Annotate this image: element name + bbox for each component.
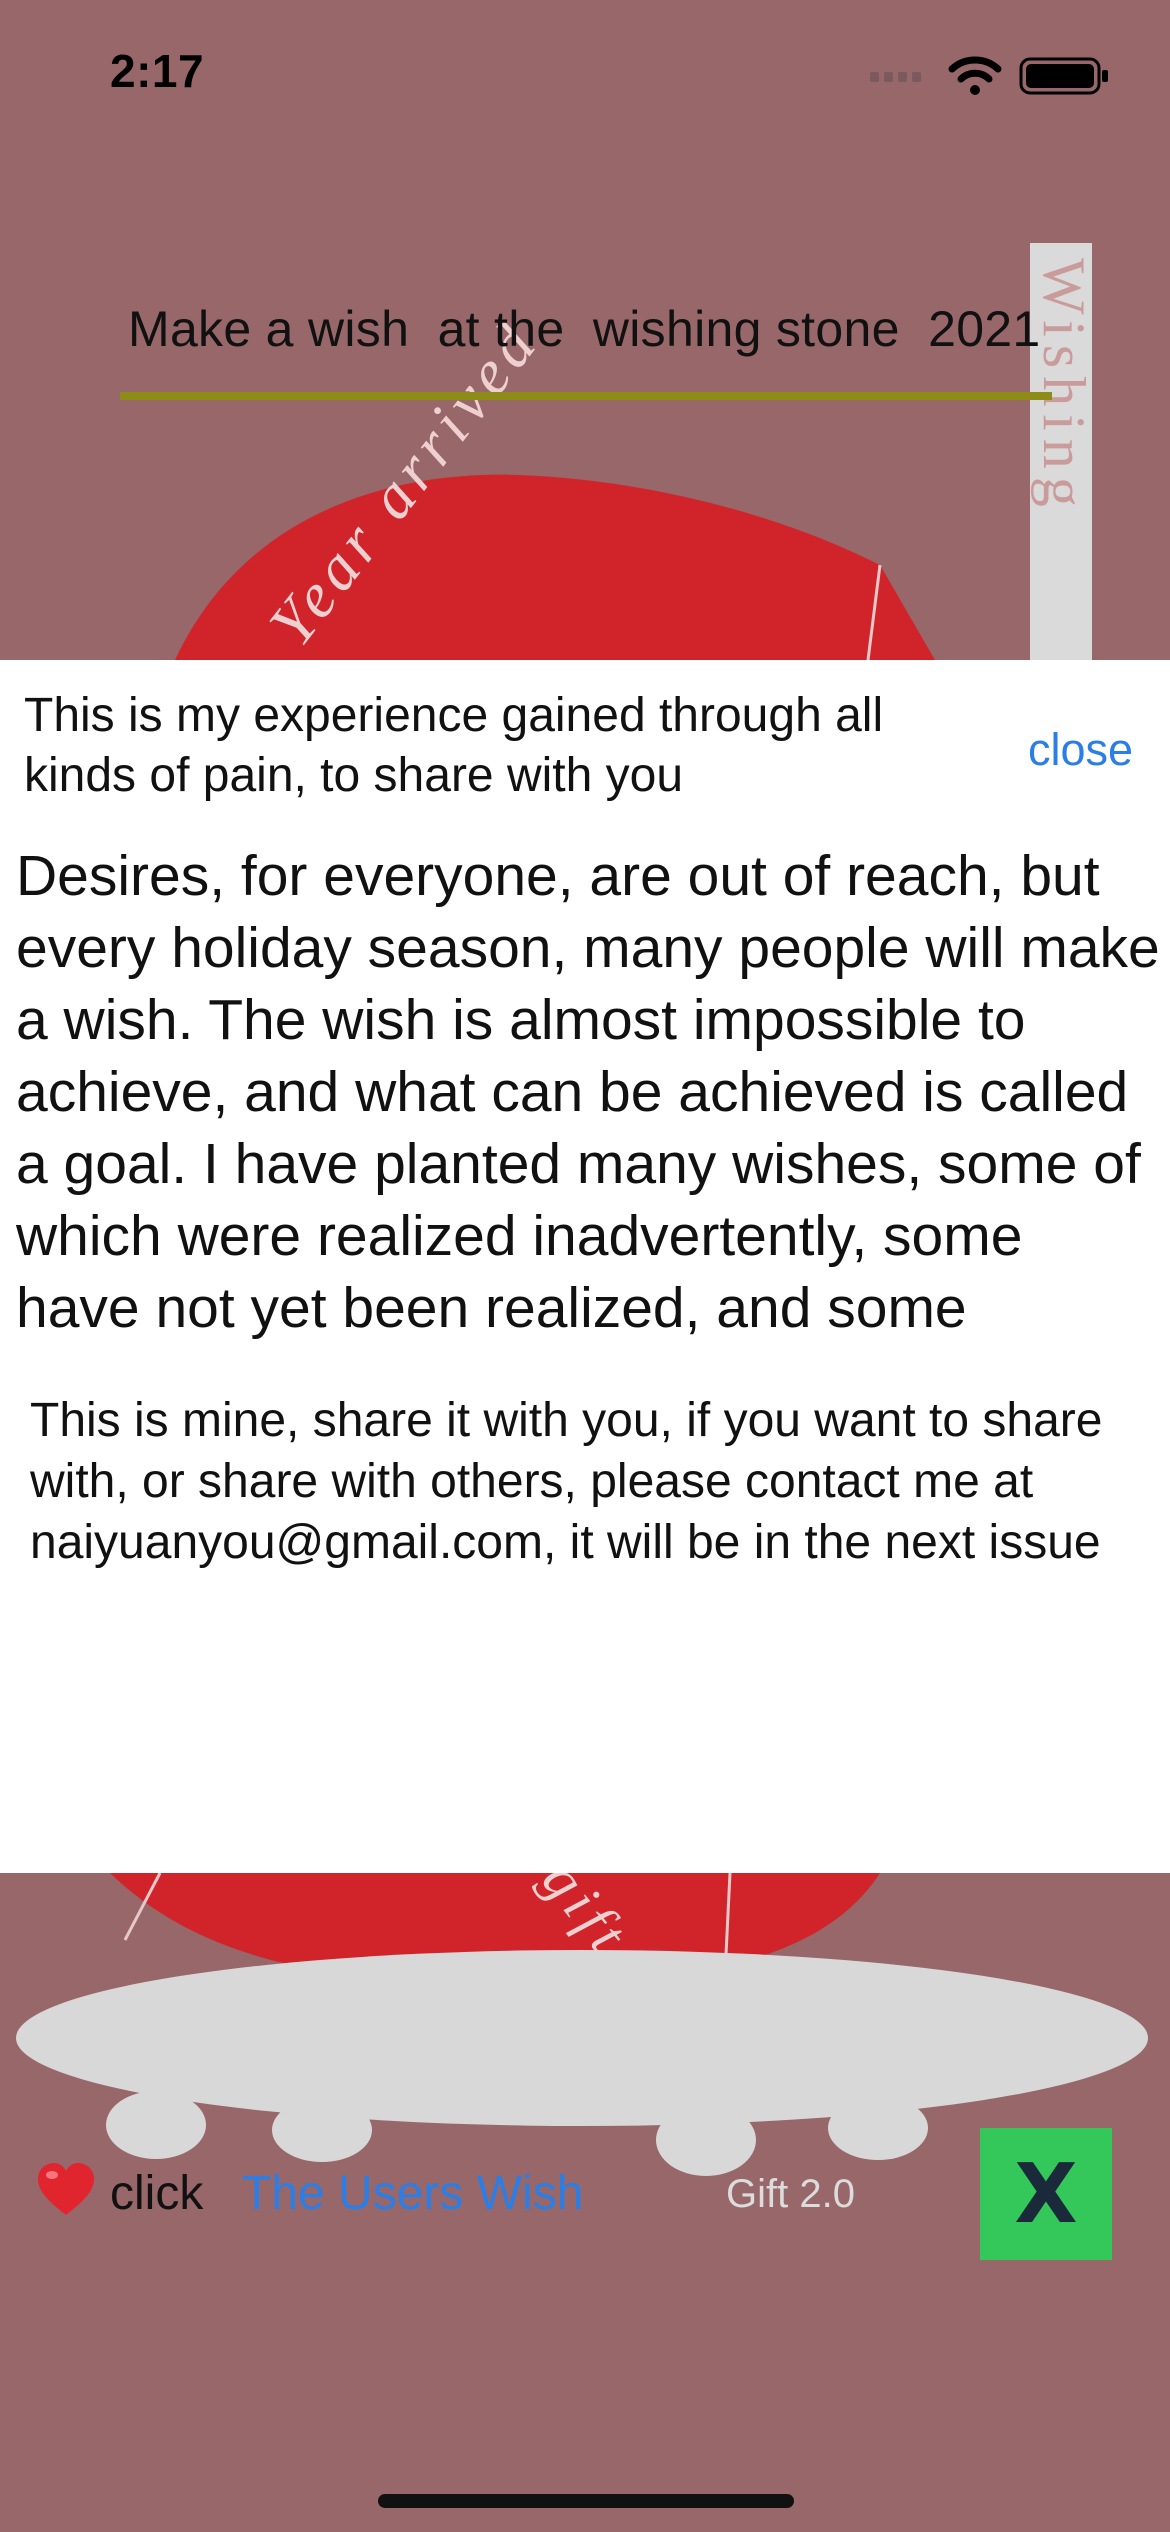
share-note-text: This is mine, share it with you, if you … — [30, 1394, 1103, 1569]
skateboard-wheel — [272, 2098, 372, 2162]
experience-sheet: This is my experience gained through all… — [0, 660, 1170, 1873]
skateboard-wheel — [828, 2096, 928, 2160]
page-title: Make a wish at the wishing stone 2021 — [128, 301, 1041, 357]
close-button[interactable]: close — [1028, 724, 1133, 776]
click-label: click — [110, 2167, 204, 2220]
users-wish-link[interactable]: The Users Wish — [242, 2166, 583, 2221]
skateboard-wheel — [656, 2104, 756, 2176]
status-indicators — [870, 56, 1108, 95]
close-x-button[interactable]: X — [980, 2128, 1112, 2260]
stone-text-side: Wishing — [1031, 258, 1097, 515]
article-scroll-area[interactable]: Desires, for everyone, are out of reach,… — [0, 840, 1170, 1356]
article-text: Desires, for everyone, are out of reach,… — [16, 844, 1160, 1340]
cellular-signal-icon — [870, 72, 921, 82]
title-underline — [120, 392, 1052, 400]
status-time: 2:17 — [110, 45, 205, 97]
version-label: Gift 2.0 — [726, 2172, 855, 2216]
home-indicator[interactable] — [378, 2494, 794, 2508]
battery-icon — [1019, 57, 1108, 95]
sheet-intro-text: This is my experience gained through all… — [24, 689, 884, 802]
skateboard-wheel — [106, 2091, 206, 2159]
wifi-icon — [948, 56, 1002, 95]
heart-icon — [38, 2163, 94, 2215]
